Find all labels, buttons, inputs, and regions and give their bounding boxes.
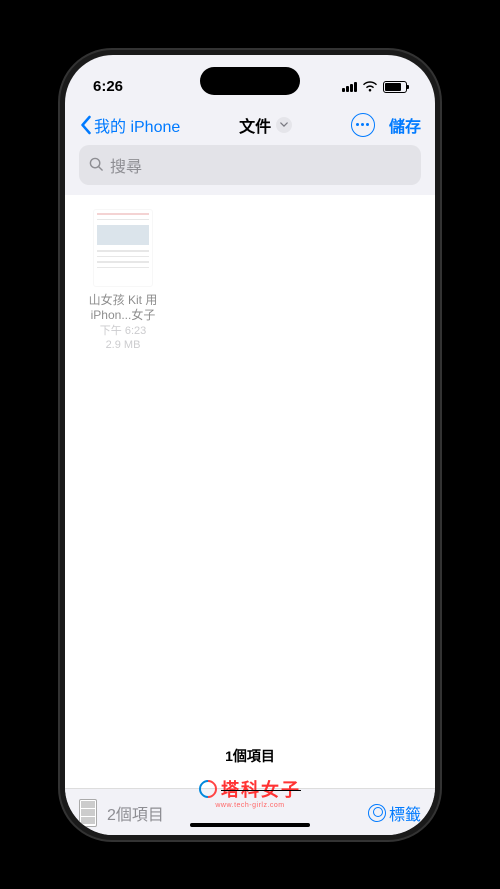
tag-label: 標籤: [389, 801, 421, 825]
dynamic-island: [200, 67, 300, 95]
phone-frame: 6:26 我的 iPhone 文件: [60, 50, 440, 840]
watermark-brand: 塔科女子: [221, 776, 301, 802]
file-item[interactable]: 山女孩 Kit 用 iPhon...女子 下午 6:23 2.9 MB: [79, 209, 167, 353]
tag-icon: [368, 804, 386, 822]
selection-thumbnail-icon[interactable]: [79, 799, 97, 827]
page-title: 文件: [239, 113, 271, 137]
chevron-down-icon: [276, 117, 292, 133]
nav-actions: 儲存: [351, 113, 421, 137]
file-size: 2.9 MB: [79, 338, 167, 352]
home-indicator[interactable]: [190, 823, 310, 827]
item-count: 1個項目: [79, 746, 421, 774]
file-thumbnail: [93, 209, 153, 287]
watermark: 塔科女子 www.tech-girlz.com: [199, 776, 301, 809]
wifi-icon: [362, 81, 378, 93]
back-label: 我的 iPhone: [94, 113, 180, 137]
file-name-line2: iPhon...女子: [79, 308, 167, 324]
chevron-left-icon: [79, 115, 92, 135]
cellular-signal-icon: [342, 82, 357, 92]
battery-icon: [383, 81, 407, 93]
back-button[interactable]: 我的 iPhone: [79, 113, 180, 137]
navigation-bar: 我的 iPhone 文件 儲存: [65, 105, 435, 145]
tag-button[interactable]: 標籤: [368, 801, 421, 825]
watermark-url: www.tech-girlz.com: [199, 802, 301, 809]
save-button[interactable]: 儲存: [389, 113, 421, 137]
phone-screen: 6:26 我的 iPhone 文件: [65, 55, 435, 835]
search-input[interactable]: 搜尋: [79, 145, 421, 185]
file-time: 下午 6:23: [79, 324, 167, 338]
ellipsis-icon: [356, 123, 359, 126]
nav-title-wrap[interactable]: 文件: [239, 113, 292, 137]
search-icon: [89, 157, 104, 172]
status-indicators: [342, 81, 407, 93]
search-container: 搜尋: [65, 145, 435, 195]
search-placeholder: 搜尋: [110, 153, 142, 177]
status-time: 6:26: [93, 78, 123, 95]
content-area[interactable]: 山女孩 Kit 用 iPhon...女子 下午 6:23 2.9 MB 1個項目: [65, 195, 435, 788]
watermark-logo-icon: [195, 776, 220, 801]
file-name-line1: 山女孩 Kit 用: [79, 293, 167, 309]
more-button[interactable]: [351, 113, 375, 137]
